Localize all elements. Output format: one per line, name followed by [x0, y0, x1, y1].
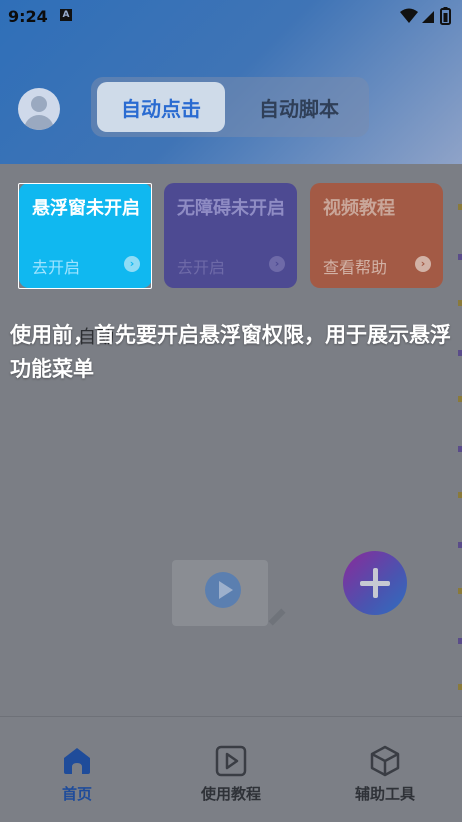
status-time: 9:24 — [8, 7, 48, 26]
home-icon — [64, 748, 90, 774]
nav-item-tools[interactable]: 辅助工具 — [308, 717, 462, 822]
bottom-navigation: 首页 使用教程 辅助工具 — [0, 716, 462, 822]
add-button[interactable] — [343, 551, 407, 615]
chevron-right-icon: › — [269, 256, 285, 272]
card-title: 无障碍未开启 — [177, 198, 285, 219]
mode-segmented-control: 自动点击 自动脚本 — [91, 77, 369, 137]
status-indicators-icon — [400, 7, 451, 25]
tab-auto-click[interactable]: 自动点击 — [97, 82, 225, 132]
notification-icon: A — [60, 9, 72, 21]
empty-state-illustration — [172, 560, 268, 626]
plus-icon-vertical — [373, 568, 378, 598]
card-title: 视频教程 — [323, 198, 395, 219]
card-action: 查看帮助 — [323, 258, 388, 277]
nav-item-home[interactable]: 首页 — [0, 717, 154, 822]
chevron-right-icon: › — [415, 256, 431, 272]
card-action: 去开启 — [177, 258, 226, 277]
video-tutorial-card[interactable]: 视频教程 查看帮助 › — [310, 183, 443, 288]
nav-label: 辅助工具 — [354, 785, 415, 803]
avatar-head-icon — [31, 96, 47, 112]
box-icon — [370, 745, 400, 777]
nav-label: 首页 — [61, 785, 92, 803]
play-icon — [215, 745, 247, 777]
play-triangle-icon — [219, 581, 233, 599]
avatar-body-icon — [24, 115, 54, 130]
status-bar: 9:24 A — [0, 0, 462, 32]
accessibility-card[interactable]: 无障碍未开启 去开启 › — [164, 183, 297, 288]
avatar[interactable] — [18, 88, 60, 130]
nav-item-tutorial[interactable]: 使用教程 — [154, 717, 308, 822]
edge-strip — [458, 164, 462, 716]
guide-tooltip-text: 使用前，首先要开启悬浮窗权限，用于展示悬浮功能菜单 — [10, 323, 451, 381]
highlight-frame — [18, 183, 152, 289]
nav-label: 使用教程 — [200, 785, 261, 803]
tab-auto-script[interactable]: 自动脚本 — [235, 82, 363, 132]
